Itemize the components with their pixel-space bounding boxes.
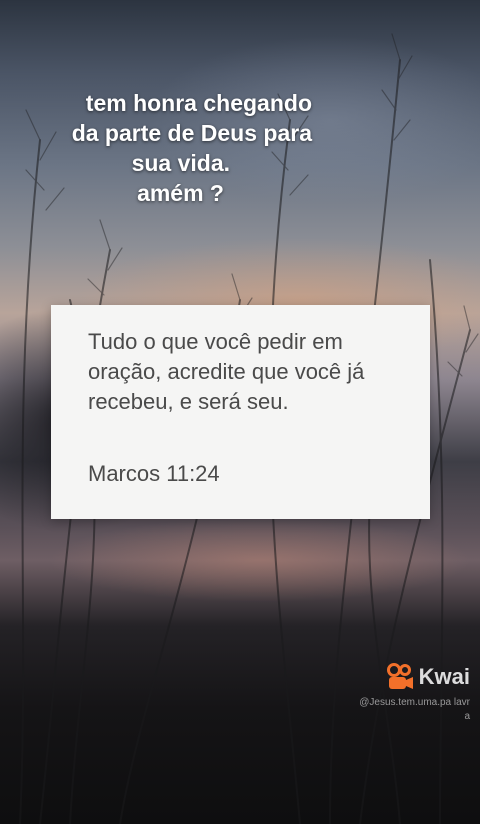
caption-line: tem honra chegando [85, 90, 312, 116]
kwai-brand: Kwai [330, 662, 470, 692]
caption-line: da parte de Deus para [71, 120, 312, 146]
caption-line: amém ? [137, 180, 224, 206]
verse-card: Tudo o que você pedir em oração, acredit… [51, 305, 430, 519]
caption-line: sua vida. [131, 150, 230, 176]
verse-text: Tudo o que você pedir em oração, acredit… [88, 329, 365, 414]
kwai-logo-icon [386, 663, 413, 689]
kwai-brand-name: Kwai [418, 664, 470, 689]
verse-reference: Marcos 11:24 [88, 461, 220, 486]
creator-handle: @Jesus.tem.uma.pa lavra [359, 697, 470, 722]
kwai-watermark: Kwai @Jesus.tem.uma.pa lavra [330, 662, 470, 724]
video-screen: tem honra chegando da parte de Deus para… [0, 0, 480, 824]
post-caption: tem honra chegando da parte de Deus para… [12, 88, 312, 208]
